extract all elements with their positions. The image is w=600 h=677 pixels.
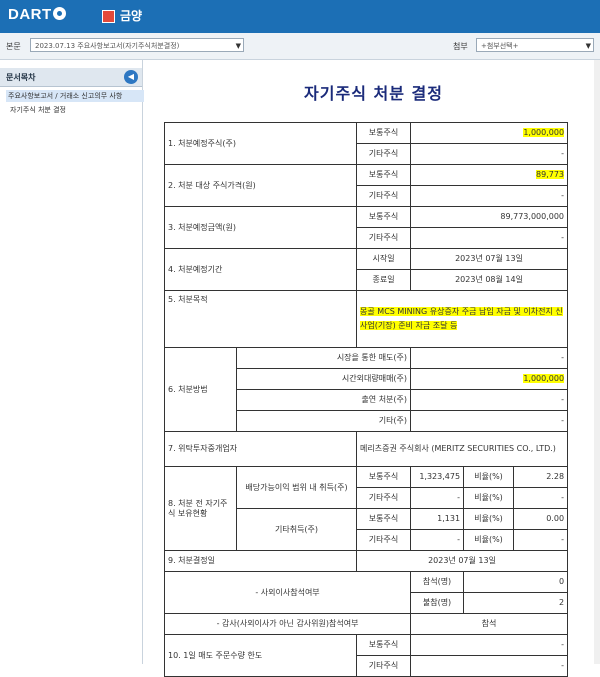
row4-label: 4. 처분예정기간 [163,248,358,291]
document-select-bar: 본문 2023.07.13 주요사항보고서(자기주식처분결정) ▼ 첨부 +첨부… [0,33,600,60]
row2-other-value: - [410,185,569,207]
outside-director-label: - 사외이사참석여부 [163,571,412,614]
method-block-value: 1,000,000 [410,368,569,390]
vertical-scrollbar[interactable] [594,60,600,664]
dart-logo[interactable]: DART [8,6,66,23]
attach-select[interactable]: +첨부선택+ ▼ [476,38,594,52]
row1-other-value: - [410,143,569,165]
absent-label: 불참(명) [410,592,465,614]
row5-value: 몽골 MCS MINING 유상증자 주금 납입 자금 및 이차전지 신사업(기… [356,290,569,348]
row10-label: 10. 1일 매도 주문수량 한도 [163,634,358,677]
row7-value: 메리츠증권 주식회사 (MERITZ SECURITIES CO., LTD.) [356,431,569,467]
company-name: 금양 [120,9,143,23]
r8-d-other-ratio-label: 비율(%) [463,487,515,509]
report-select-label: 본문 [6,42,21,51]
row2-common-value: 89,773 [410,164,569,186]
document-title: 자기주식 처분 결정 [304,84,443,103]
collapse-sidebar-icon[interactable]: ◀ [124,70,138,84]
r8-d-common-label: 보통주식 [356,466,412,488]
row9-value: 2023년 07월 13일 [356,550,569,572]
row3-other-value: - [410,227,569,249]
r8-o-other-value: - [410,529,465,551]
method-contrib-value: - [410,389,569,411]
row10-other-label: 기타주식 [356,655,412,677]
dividend-acq-label: 배당가능이익 범위 내 취득(주) [235,466,358,509]
row3-common-value: 89,773,000,000 [410,206,569,228]
method-other-label: 기타(주) [235,410,412,432]
auditor-attend-label: - 감사(사외이사가 아닌 감사위원)참석여부 [163,613,412,635]
method-market-value: - [410,347,569,369]
row1-common-label: 보통주식 [356,122,412,144]
r8-o-other-label: 기타주식 [356,529,412,551]
r8-o-common-value: 1,131 [410,508,465,530]
attend-value: 0 [463,571,569,593]
company-type-icon [102,10,115,23]
r8-o-other-ratio: - [513,529,569,551]
r8-d-other-label: 기타주식 [356,487,412,509]
logo-circle-icon [52,7,66,20]
row2-label: 2. 처분 대상 주식가격(원) [163,164,358,207]
absent-value: 2 [463,592,569,614]
row10-other-value: - [410,655,569,677]
report-select[interactable]: 2023.07.13 주요사항보고서(자기주식처분결정) ▼ [30,38,244,52]
r8-o-common-ratio: 0.00 [513,508,569,530]
toc-header: 문서목차 ◀ [0,68,142,87]
attach-select-value: +첨부선택+ [481,42,519,50]
row3-label: 3. 처분예정금액(원) [163,206,358,249]
method-market-label: 시장을 통한 매도(주) [235,347,412,369]
attend-label: 참석(명) [410,571,465,593]
row10-common-value: - [410,634,569,656]
toc-sidebar: 문서목차 ◀ 주요사항보고서 / 거래소 신고의무 사항 자기주식 처분 결정 [0,60,144,664]
method-block-label: 시간외대량매매(주) [235,368,412,390]
toc-title: 문서목차 [6,73,36,82]
row3-other-label: 기타주식 [356,227,412,249]
r8-d-other-ratio: - [513,487,569,509]
row4-start-value: 2023년 07월 13일 [410,248,569,270]
chevron-down-icon: ▼ [235,42,241,50]
top-header: DART 금양 [0,0,600,33]
row4-end-label: 종료일 [356,269,412,291]
method-other-value: - [410,410,569,432]
toc-item-report[interactable]: 주요사항보고서 / 거래소 신고의무 사항 [6,90,144,102]
attach-select-label: 첨부 [453,42,468,51]
r8-d-common-ratio: 2.28 [513,466,569,488]
auditor-attend-value: 참석 [410,613,569,635]
row9-label: 9. 처분결정일 [163,550,358,572]
row4-start-label: 시작일 [356,248,412,270]
row6-label: 6. 처분방법 [164,347,237,432]
toc-item-disposal[interactable]: 자기주식 처분 결정 [10,105,66,115]
r8-d-common-ratio-label: 비율(%) [463,466,515,488]
r8-o-other-ratio-label: 비율(%) [463,529,515,551]
row2-other-label: 기타주식 [356,185,412,207]
method-block-text: 1,000,000 [523,374,565,383]
row1-label: 1. 처분예정주식(주) [163,122,358,165]
row1-common-text: 1,000,000 [523,128,565,137]
r8-o-common-ratio-label: 비율(%) [463,508,515,530]
r8-d-common-value: 1,323,475 [410,466,465,488]
row3-common-label: 보통주식 [356,206,412,228]
row2-common-text: 89,773 [536,170,565,179]
row5-label: 5. 처분목적 [163,290,358,348]
row10-common-label: 보통주식 [356,634,412,656]
row5-text: 몽골 MCS MINING 유상증자 주금 납입 자금 및 이차전지 신사업(기… [360,307,563,330]
r8-d-other-value: - [410,487,465,509]
row2-common-label: 보통주식 [356,164,412,186]
r8-o-common-label: 보통주식 [356,508,412,530]
row1-other-label: 기타주식 [356,143,412,165]
document-viewer: 자기주식 처분 결정 1. 처분예정주식(주) 보통주식 1,000,000 기… [147,60,600,677]
row4-end-value: 2023년 08월 14일 [410,269,569,291]
disposal-table: 1. 처분예정주식(주) 보통주식 1,000,000 기타주식 - 2. 처분… [163,122,569,677]
report-select-value: 2023.07.13 주요사항보고서(자기주식처분결정) [35,42,180,50]
other-acq-label: 기타취득(주) [235,508,358,551]
row7-label: 7. 위탁투자중개업자 [163,431,358,467]
row1-common-value: 1,000,000 [410,122,569,144]
row8-label: 8. 처분 전 자기주식 보유현황 [164,466,237,551]
method-contrib-label: 출연 처분(주) [235,389,412,411]
logo-text: DART [8,6,52,23]
chevron-down-icon: ▼ [585,42,591,50]
